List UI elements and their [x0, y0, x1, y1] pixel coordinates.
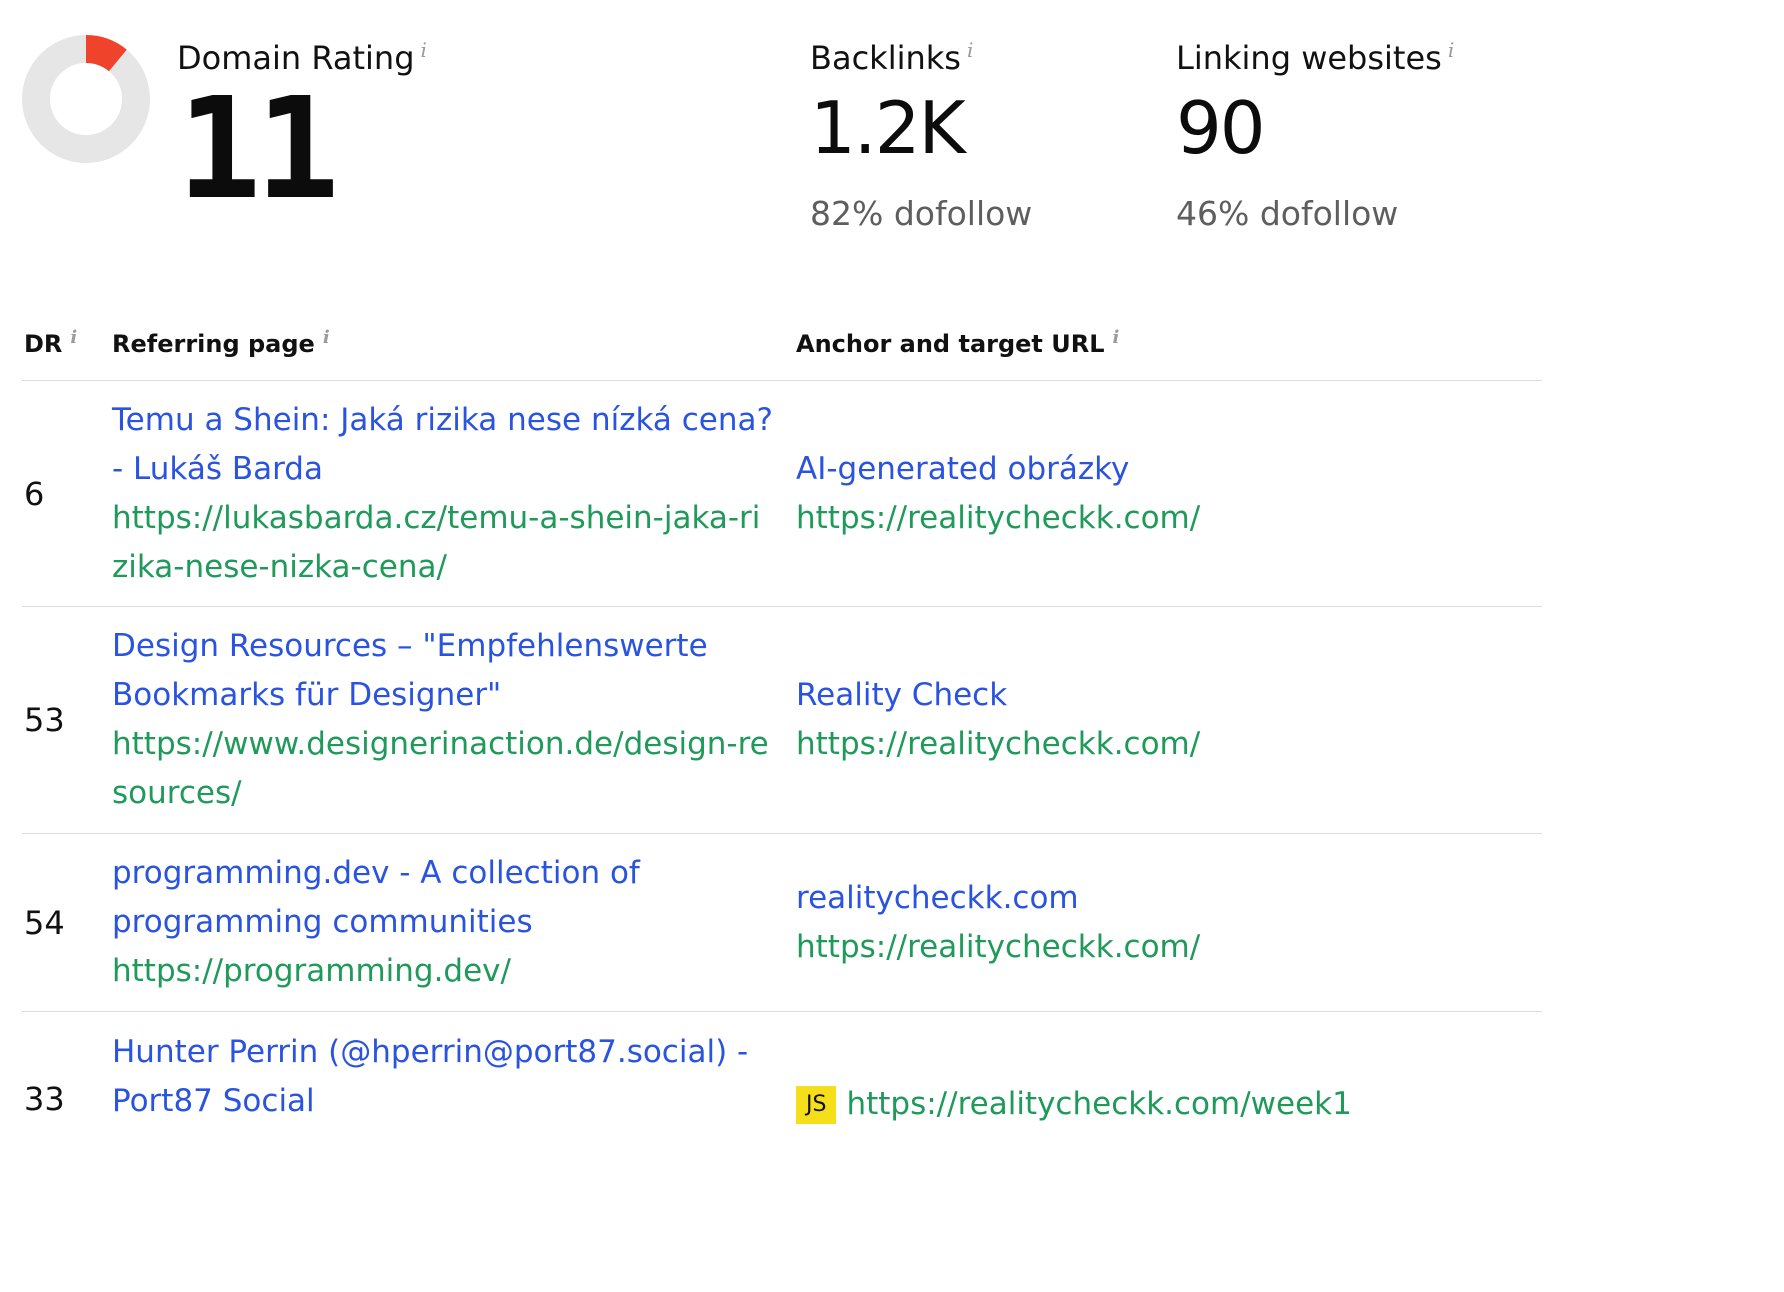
dr-value: 6 — [24, 474, 45, 513]
column-header-label: DR — [24, 330, 63, 358]
table-header: DR i Referring page i Anchor and target UR… — [22, 310, 1542, 381]
referring-page-title-link[interactable]: Design Resources – "Empfehlenswerte Book… — [112, 622, 776, 720]
table-row: 33 Hunter Perrin (@hperrin@port87.social… — [22, 1012, 1542, 1172]
dr-value: 54 — [24, 903, 65, 942]
referring-page-cell: Design Resources – "Empfehlenswerte Book… — [112, 622, 796, 818]
anchor-target-cell: realitycheckk.com https://realitycheckk.… — [796, 874, 1542, 972]
metrics-header: Domain Rating i 11 Backlinks i 1.2K 82% do… — [0, 0, 1784, 300]
linking-websites-value: 90 — [1176, 86, 1266, 170]
linking-websites-dofollow: 46% dofollow — [1176, 194, 1399, 233]
backlinks-metric: Backlinks i 1.2K 82% dofollow — [810, 40, 1032, 234]
referring-page-url-link[interactable]: https://programming.dev/ — [112, 947, 776, 996]
js-badge: JS — [796, 1085, 837, 1124]
info-icon[interactable]: i — [421, 38, 427, 62]
column-header-dr[interactable]: DR i — [24, 327, 77, 359]
referring-page-title-link[interactable]: programming.dev - A collection of progra… — [112, 849, 776, 947]
info-icon[interactable]: i — [1113, 327, 1120, 348]
column-header-referring-page[interactable]: Referring page i — [112, 327, 330, 359]
anchor-target-cell: AI-generated obrázky https://realitychec… — [796, 445, 1542, 543]
domain-rating-gauge — [22, 35, 150, 163]
domain-rating-metric: Domain Rating i 11 — [177, 40, 427, 220]
referring-page-title-link[interactable]: Hunter Perrin (@hperrin@port87.social) -… — [112, 1028, 776, 1126]
column-header-anchor-target[interactable]: Anchor and target URL i — [796, 327, 1120, 359]
info-icon[interactable]: i — [70, 327, 77, 348]
linking-websites-metric: Linking websites i 90 46% dofollow — [1176, 40, 1454, 234]
target-url-link[interactable]: https://realitycheckk.com/week1 — [846, 1086, 1351, 1122]
backlinks-dofollow: 82% dofollow — [810, 194, 1033, 233]
dr-value: 53 — [24, 701, 65, 739]
backlinks-table: DR i Referring page i Anchor and target UR… — [22, 310, 1542, 1172]
referring-page-title-link[interactable]: Temu a Shein: Jaká rizika nese nízká cen… — [112, 396, 776, 494]
referring-page-url-link[interactable]: https://lukasbarda.cz/temu-a-shein-jaka-… — [112, 494, 776, 592]
gauge-value-arc — [85, 35, 127, 72]
target-url-link[interactable]: https://realitycheckk.com/ — [796, 720, 1542, 769]
anchor-text-link[interactable]: realitycheckk.com — [796, 874, 1542, 923]
dr-value: 33 — [24, 1080, 65, 1118]
referring-page-url-link[interactable]: https://www.designerinaction.de/design-r… — [112, 720, 776, 818]
target-url-link[interactable]: https://realitycheckk.com/ — [796, 494, 1542, 543]
referring-page-cell: Hunter Perrin (@hperrin@port87.social) -… — [112, 1012, 796, 1126]
table-row: 53 Design Resources – "Empfehlenswerte B… — [22, 607, 1542, 834]
info-icon[interactable]: i — [1448, 38, 1454, 62]
backlinks-label: Backlinks — [810, 39, 961, 77]
backlinks-value: 1.2K — [810, 86, 966, 170]
column-header-label: Anchor and target URL — [796, 330, 1105, 358]
anchor-target-cell: Reality Check https://realitycheckk.com/ — [796, 671, 1542, 769]
anchor-text-link[interactable]: AI-generated obrázky — [796, 445, 1542, 494]
domain-rating-value: 11 — [177, 68, 340, 231]
anchor-text-link[interactable]: Reality Check — [796, 671, 1542, 720]
info-icon[interactable]: i — [967, 38, 973, 62]
table-row: 6 Temu a Shein: Jaká rizika nese nízká c… — [22, 381, 1542, 607]
info-icon[interactable]: i — [323, 327, 330, 348]
linking-websites-label: Linking websites — [1176, 39, 1442, 77]
referring-page-cell: Temu a Shein: Jaká rizika nese nízká cen… — [112, 396, 796, 592]
anchor-target-cell: JS https://realitycheckk.com/week1 — [796, 1012, 1542, 1129]
target-url-link[interactable]: https://realitycheckk.com/ — [796, 923, 1542, 972]
table-row: 54 programming.dev - A collection of pro… — [22, 834, 1542, 1012]
referring-page-cell: programming.dev - A collection of progra… — [112, 849, 796, 996]
column-header-label: Referring page — [112, 330, 315, 358]
gauge-track — [22, 35, 150, 163]
